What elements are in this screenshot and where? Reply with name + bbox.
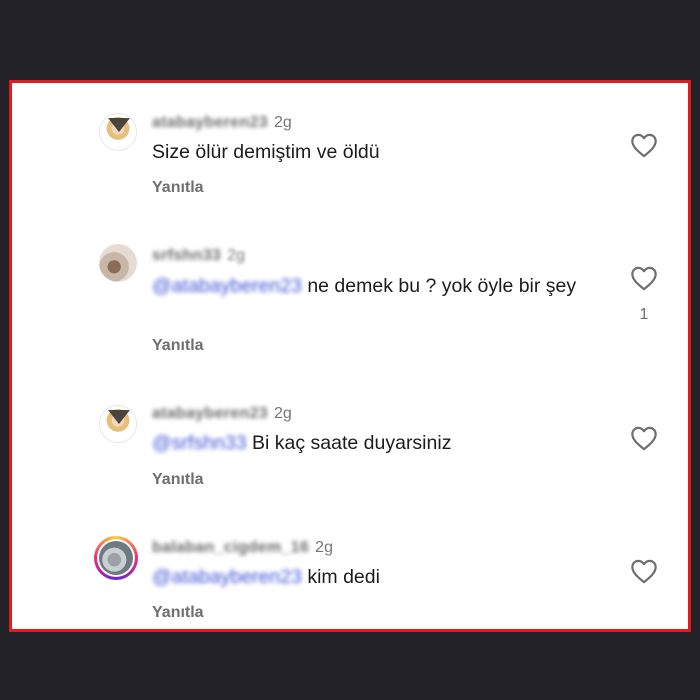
like-button[interactable] bbox=[630, 265, 658, 291]
like-button[interactable] bbox=[630, 425, 658, 451]
heart-outline-icon bbox=[631, 266, 657, 291]
comment-mention[interactable]: @atabayberen23 bbox=[152, 275, 302, 297]
reply-button[interactable]: Yanıtla bbox=[152, 337, 204, 355]
heart-outline-icon bbox=[631, 133, 657, 158]
comment-text: Size ölür demiştim ve öldü bbox=[152, 141, 380, 163]
heart-outline-icon bbox=[631, 426, 657, 451]
comment-time: 2g bbox=[315, 539, 333, 556]
comment-username[interactable]: atabayberen23 bbox=[152, 405, 268, 423]
comment-username[interactable]: atabayberen23 bbox=[152, 114, 268, 132]
comment-mention[interactable]: @atabayberen23 bbox=[152, 566, 302, 588]
avatar[interactable] bbox=[99, 244, 137, 282]
avatar-story-ring[interactable] bbox=[94, 536, 138, 580]
reply-button[interactable]: Yanıtla bbox=[152, 179, 204, 197]
heart-outline-icon bbox=[631, 559, 657, 584]
comment-text: @atabayberen23 kim dedi bbox=[152, 566, 380, 588]
like-button[interactable] bbox=[630, 132, 658, 158]
comment-text: @srfshn33 Bi kaç saate duyarsiniz bbox=[152, 432, 452, 454]
avatar bbox=[99, 541, 133, 575]
comment-username[interactable]: balaban_cigdem_16 bbox=[152, 539, 309, 557]
comment-username[interactable]: srfshn33 bbox=[152, 247, 221, 265]
comment-time: 2g bbox=[227, 247, 245, 264]
comments-panel: atabayberen23 2g Size ölür demiştim ve ö… bbox=[9, 80, 691, 632]
comment-time: 2g bbox=[273, 405, 292, 422]
like-count: 1 bbox=[639, 306, 649, 323]
comment-text: @atabayberen23 ne demek bu ? yok öyle bi… bbox=[152, 275, 577, 297]
avatar[interactable] bbox=[99, 405, 137, 443]
reply-button[interactable]: Yanıtla bbox=[152, 471, 204, 489]
reply-button[interactable]: Yanıtla bbox=[152, 604, 204, 622]
avatar[interactable] bbox=[99, 113, 137, 151]
comment-mention[interactable]: @srfshn33 bbox=[152, 432, 247, 454]
like-button[interactable] bbox=[630, 558, 658, 584]
comment-time: 2g bbox=[273, 114, 292, 131]
